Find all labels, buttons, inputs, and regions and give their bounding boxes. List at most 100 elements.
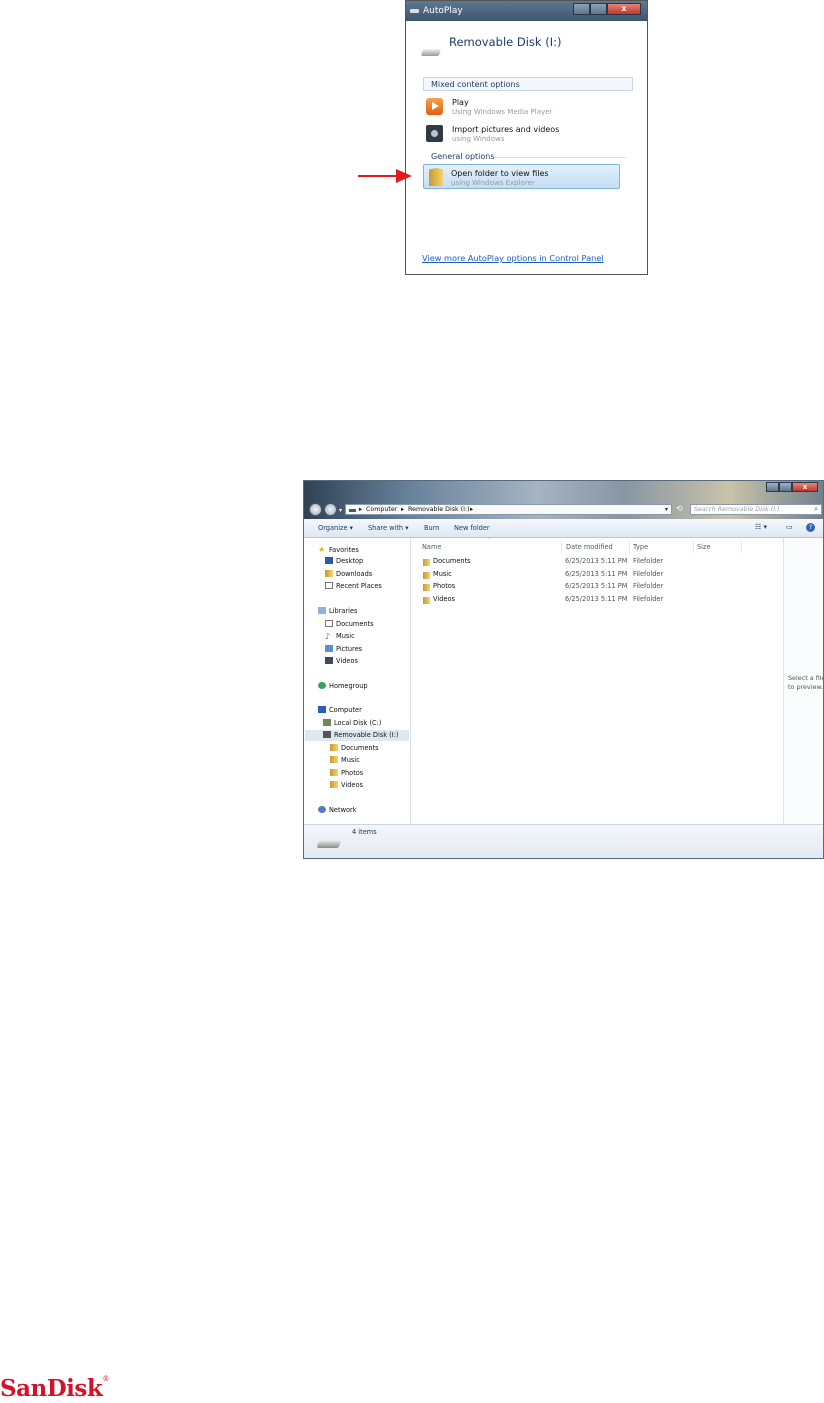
forward-button[interactable] xyxy=(324,503,337,516)
sidebar-item-photos-folder[interactable]: Photos xyxy=(330,769,363,777)
device-name: Removable Disk (I:) xyxy=(449,35,562,49)
sidebar-item-label: Downloads xyxy=(336,570,373,578)
sidebar-item-documents-folder[interactable]: Documents xyxy=(330,744,379,752)
sidebar-item-local-disk[interactable]: Local Disk (C:) xyxy=(323,719,381,727)
share-with-button[interactable]: Share with ▾ xyxy=(368,524,409,532)
table-row[interactable]: Music 6/25/2013 5:11 PM Filefolder xyxy=(411,570,783,582)
star-icon: ★ xyxy=(318,545,326,554)
minimize-button[interactable] xyxy=(766,482,779,492)
organize-button[interactable]: Organize ▾ xyxy=(318,524,353,532)
sandisk-logo: SanDisk® xyxy=(0,1375,109,1402)
sidebar-item-homegroup[interactable]: Homegroup xyxy=(318,682,368,690)
minimize-button[interactable] xyxy=(573,3,590,15)
column-divider[interactable] xyxy=(693,541,694,553)
table-row[interactable]: Documents 6/25/2013 5:11 PM Filefolder xyxy=(411,557,783,569)
close-button[interactable]: x xyxy=(792,482,818,492)
new-folder-button[interactable]: New folder xyxy=(454,524,490,532)
logo-text: SanDisk xyxy=(0,1375,103,1402)
refresh-icon[interactable]: ⟲ xyxy=(676,504,686,515)
search-icon[interactable]: ⌕ xyxy=(814,505,818,514)
general-options-header: General options xyxy=(431,152,495,161)
sidebar-item-videos[interactable]: Videos xyxy=(325,657,358,665)
sidebar-item-pictures[interactable]: Pictures xyxy=(325,645,362,653)
close-button[interactable]: x xyxy=(607,3,641,15)
breadcrumb-sep: ▸ xyxy=(359,506,363,513)
file-type: Filefolder xyxy=(633,570,664,578)
removable-disk-icon xyxy=(349,509,356,512)
sidebar-item-videos-folder[interactable]: Videos xyxy=(330,781,363,789)
sidebar-item-desktop[interactable]: Desktop xyxy=(325,557,363,565)
maximize-button[interactable] xyxy=(590,3,607,15)
breadcrumb-sep: ▸ xyxy=(401,506,405,513)
open-folder-option[interactable]: Open folder to view files using Windows … xyxy=(423,164,620,189)
open-folder-label: Open folder to view files xyxy=(451,169,549,178)
column-header-date-modified[interactable]: Date modified xyxy=(566,543,613,551)
sidebar-item-label: Documents xyxy=(341,744,379,752)
sidebar-item-music[interactable]: ♪ Music xyxy=(325,632,355,641)
table-row[interactable]: Photos 6/25/2013 5:11 PM Filefolder xyxy=(411,582,783,594)
help-icon[interactable]: ? xyxy=(806,523,815,532)
maximize-button[interactable] xyxy=(779,482,792,492)
sidebar-item-label: Music xyxy=(341,756,360,764)
file-date: 6/25/2013 5:11 PM xyxy=(565,595,628,603)
media-player-icon xyxy=(426,98,443,115)
sidebar-item-recent-places[interactable]: Recent Places xyxy=(325,582,382,590)
folder-icon xyxy=(330,781,338,788)
downloads-icon xyxy=(325,570,333,577)
sidebar-item-label: Local Disk (C:) xyxy=(334,719,382,727)
column-divider[interactable] xyxy=(561,541,562,553)
back-button[interactable] xyxy=(309,503,322,516)
recent-places-icon xyxy=(325,582,333,589)
column-divider[interactable] xyxy=(629,541,630,553)
folder-icon xyxy=(330,756,338,763)
preview-text: Select a file xyxy=(788,674,824,682)
control-panel-link[interactable]: View more AutoPlay options in Control Pa… xyxy=(422,253,604,263)
sidebar-item-label: Photos xyxy=(341,769,364,777)
folder-icon xyxy=(423,559,430,566)
breadcrumb-removable-disk[interactable]: Removable Disk (I:) xyxy=(408,506,470,513)
explorer-window: x ▾ ▸ Computer ▸ Removable Disk (I:) ▸ ▾… xyxy=(303,480,824,859)
folder-icon xyxy=(423,572,430,579)
open-folder-sub: using Windows Explorer xyxy=(451,179,535,187)
column-header-type[interactable]: Type xyxy=(633,543,648,551)
sidebar-item-favorites[interactable]: ★ Favorites xyxy=(318,545,359,554)
address-bar[interactable]: ▸ Computer ▸ Removable Disk (I:) ▸ ▾ xyxy=(345,504,672,515)
item-count: 4 items xyxy=(352,828,377,836)
column-header-name[interactable]: Name xyxy=(422,543,441,551)
folder-icon xyxy=(423,597,430,604)
change-view-icon[interactable]: ☷ ▾ xyxy=(755,523,767,531)
drive-icon xyxy=(410,9,419,13)
sidebar-item-downloads[interactable]: Downloads xyxy=(325,570,372,578)
sidebar-item-removable-disk[interactable]: Removable Disk (I:) xyxy=(305,730,409,741)
import-option-label: Import pictures and videos xyxy=(452,125,560,134)
preview-text: to preview. xyxy=(788,683,824,691)
column-header-size[interactable]: Size xyxy=(697,543,711,551)
preview-pane-icon[interactable]: ▭ xyxy=(786,523,793,531)
sidebar-item-documents[interactable]: Documents xyxy=(325,620,374,628)
sort-indicator-icon: ˄ xyxy=(488,537,491,544)
play-option-sub: Using Windows Media Player xyxy=(452,108,553,116)
folder-icon xyxy=(330,744,338,751)
autoplay-titlebar[interactable]: AutoPlay x xyxy=(406,1,647,21)
column-divider[interactable] xyxy=(741,541,742,553)
sidebar-item-network[interactable]: Network xyxy=(318,806,357,814)
search-input[interactable]: Search Removable Disk (I:) ⌕ xyxy=(690,504,822,515)
sidebar-item-computer[interactable]: Computer xyxy=(318,706,362,714)
folder-icon xyxy=(429,168,443,186)
recent-pages-dropdown-icon[interactable]: ▾ xyxy=(339,507,342,514)
pictures-icon xyxy=(325,645,333,652)
registered-mark: ® xyxy=(102,1375,109,1383)
address-dropdown-icon[interactable]: ▾ xyxy=(665,506,668,513)
table-row[interactable]: Videos 6/25/2013 5:11 PM Filefolder xyxy=(411,595,783,607)
sidebar-item-music-folder[interactable]: Music xyxy=(330,756,360,764)
burn-button[interactable]: Burn xyxy=(424,524,439,532)
explorer-titlebar[interactable]: x ▾ ▸ Computer ▸ Removable Disk (I:) ▸ ▾… xyxy=(304,481,823,519)
documents-icon xyxy=(325,620,333,627)
videos-icon xyxy=(325,657,333,664)
file-type: Filefolder xyxy=(633,557,664,565)
command-bar: Organize ▾ Share with ▾ Burn New folder … xyxy=(304,519,823,538)
sidebar-item-libraries[interactable]: Libraries xyxy=(318,607,357,615)
breadcrumb-computer[interactable]: Computer xyxy=(366,506,397,513)
removable-disk-icon xyxy=(420,49,442,56)
camera-icon xyxy=(426,125,443,142)
